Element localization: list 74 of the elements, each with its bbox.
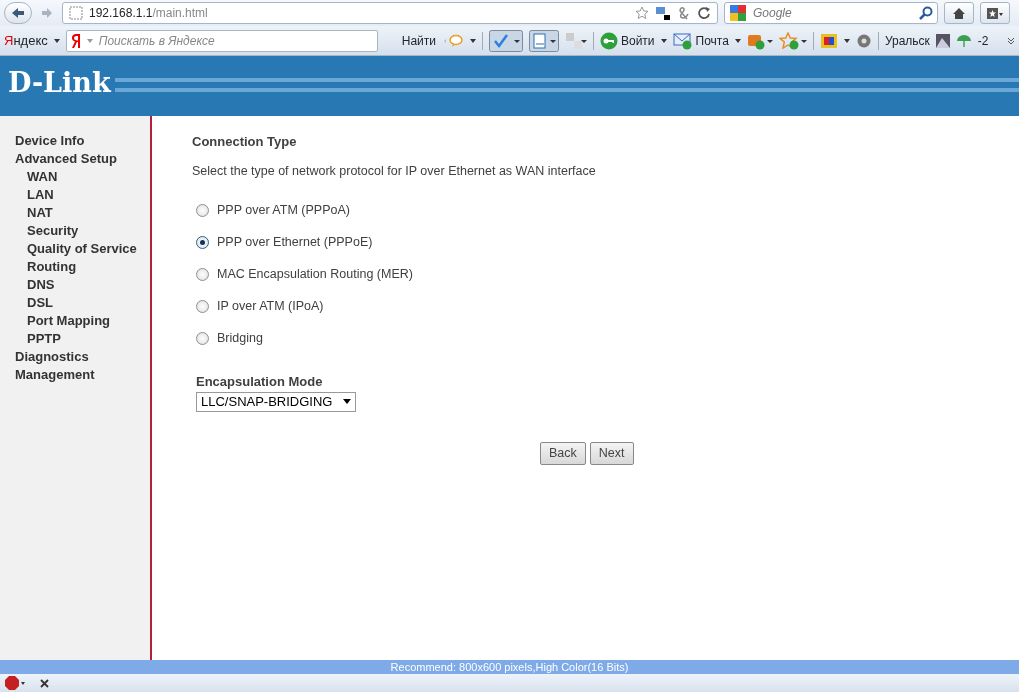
stop-sign-icon[interactable] — [4, 675, 26, 691]
radio-label: MAC Encapsulation Routing (MER) — [217, 265, 413, 283]
mail-button[interactable]: Почта — [672, 31, 729, 50]
temperature-label: -2 — [977, 32, 989, 50]
dropdown-caret-icon[interactable] — [660, 38, 667, 43]
radio-button[interactable] — [196, 267, 209, 281]
radio-label: PPP over ATM (PPPoA) — [217, 201, 350, 219]
city-label[interactable]: Уральск — [884, 31, 930, 50]
umbrella-icon[interactable] — [955, 33, 972, 48]
sidebar-link[interactable]: LAN — [27, 187, 54, 202]
back-arrow-icon — [11, 7, 25, 19]
description-text: Select the type of network protocol for IP over Ethernet as WAN interface — [192, 162, 597, 180]
search-placeholder: Google — [753, 5, 793, 22]
radio-button[interactable] — [196, 203, 209, 217]
reload-icon[interactable] — [697, 6, 711, 20]
search-placeholder: Поискать в Яндексе — [98, 32, 215, 50]
encapsulation-dropdown[interactable]: LLC/SNAP-BRIDGING — [196, 391, 356, 412]
search-icon[interactable] — [919, 6, 933, 20]
forward-arrow-icon — [41, 8, 53, 18]
settings-icon[interactable] — [855, 32, 872, 49]
radio-label: PPP over Ethernet (PPPoE) — [217, 233, 373, 251]
sidebar-link[interactable]: Device Info — [15, 132, 150, 150]
close-icon[interactable] — [40, 678, 49, 688]
bookmark-star-icon — [986, 6, 1004, 20]
sidebar-link[interactable]: Diagnostics — [15, 348, 150, 366]
sidebar-link[interactable]: Management — [15, 366, 150, 384]
document-icon[interactable] — [528, 29, 559, 52]
spellcheck-icon[interactable] — [488, 29, 523, 52]
radio-button[interactable] — [196, 299, 209, 313]
home-icon — [952, 6, 966, 20]
form-button[interactable]: Back — [540, 441, 586, 465]
address-text: 192.168.1.1/main.html — [89, 5, 208, 22]
form-button[interactable]: Next — [589, 441, 634, 465]
dropdown-caret-icon[interactable] — [843, 38, 850, 43]
sidebar-link[interactable]: Routing — [27, 259, 77, 274]
sidebar-link[interactable]: NAT — [27, 205, 53, 220]
sidebar-link[interactable]: Port Mapping — [27, 313, 111, 328]
sidebar-link[interactable]: DSL — [27, 295, 53, 310]
weather-photo-icon[interactable] — [935, 33, 950, 48]
radio-button[interactable] — [196, 235, 209, 249]
dropdown-caret-icon[interactable] — [734, 38, 741, 43]
sidebar-link[interactable]: Security — [27, 223, 79, 238]
sidebar-link[interactable]: Quality of Service — [27, 241, 137, 256]
favorites-star-icon[interactable] — [778, 31, 807, 50]
bookmarks-button[interactable] — [980, 2, 1010, 24]
yandex-icon — [70, 32, 81, 49]
chevron-icon[interactable] — [1007, 36, 1015, 45]
sidebar-link[interactable]: WAN — [27, 169, 58, 184]
dropdown-caret-icon[interactable] — [53, 38, 60, 43]
dropdown-caret-icon — [343, 399, 351, 405]
status-bar: Recommend: 800x600 pixels,High Color(16 Bits) — [0, 660, 1019, 674]
address-field[interactable]: 192.168.1.1/main.html — [62, 2, 718, 24]
dropdown-caret-icon[interactable] — [469, 38, 476, 43]
section-title: Connection Type — [192, 133, 298, 151]
back-button[interactable] — [4, 2, 32, 24]
dropdown-caret-icon — [86, 38, 93, 43]
radio-label: Bridging — [217, 329, 263, 347]
home-button[interactable] — [944, 2, 974, 24]
find-button[interactable]: Найти — [383, 31, 436, 50]
search-field[interactable]: Google — [724, 2, 938, 24]
search-engine-icon — [729, 4, 749, 22]
page-icon — [69, 6, 83, 20]
envelope-icon — [672, 31, 693, 50]
star-icon[interactable] — [635, 6, 649, 20]
radio-label: IP over ATM (IPoA) — [217, 297, 324, 315]
key-icon — [599, 31, 618, 50]
radio-button[interactable] — [196, 331, 209, 345]
field-label: Encapsulation Mode — [196, 373, 324, 392]
yandex-search-field[interactable]: Поискать в Яндексе — [65, 29, 378, 52]
yandex-logo[interactable]: Яндекс — [4, 30, 48, 51]
login-button[interactable]: Войти — [599, 31, 655, 50]
sidebar-link[interactable]: PPTP — [27, 331, 61, 346]
sidebar-link[interactable]: DNS — [27, 277, 55, 292]
sidebar-link[interactable]: Advanced Setup — [15, 150, 150, 168]
